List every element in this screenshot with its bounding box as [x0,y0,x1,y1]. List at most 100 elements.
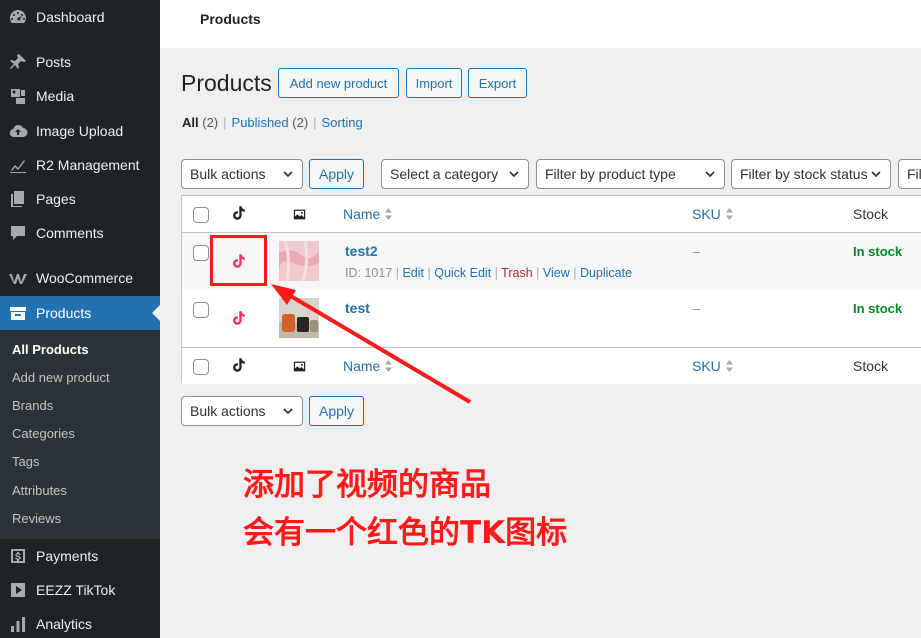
product-id: ID: 1017 [345,266,393,280]
add-new-product-button[interactable]: Add new product [278,68,399,98]
extra-filter-select[interactable]: Fil [898,159,921,189]
cloud-icon [0,121,36,141]
sort-icon [725,208,733,220]
view-link[interactable]: View [543,266,570,280]
submenu-reviews[interactable]: Reviews [12,509,61,529]
stock-column-header: Stock [853,206,889,222]
export-button[interactable]: Export [468,68,527,98]
sidebar-item-payments[interactable]: Payments [0,539,160,573]
sidebar-item-posts[interactable]: Posts [0,45,160,79]
table-footer: Name SKU Stock [182,347,921,384]
sidebar-item-media[interactable]: Media [0,79,160,113]
view-published-count: (2) [292,115,309,130]
sidebar-item-eezz-tiktok[interactable]: EEZZ TikTok [0,573,160,607]
media-icon [0,86,36,106]
sidebar-item-label: Dashboard [36,9,105,25]
name-column-header[interactable]: Name [343,206,393,222]
bulk-actions-select[interactable]: Bulk actions [181,159,303,189]
sku-value: – [693,301,701,316]
tiktok-icon [233,206,245,220]
name-column-footer[interactable]: Name [343,358,393,374]
apply-button[interactable]: Apply [309,159,364,189]
bars-icon [0,614,36,634]
sidebar-item-dashboard[interactable]: Dashboard [0,0,160,34]
chevron-down-icon [509,171,519,178]
sku-footer-label: SKU [692,358,721,374]
sidebar-item-label: Analytics [36,616,93,632]
dashboard-icon [0,7,36,27]
sku-header-label: SKU [692,206,721,222]
annotation-line-1: 添加了视频的商品 [243,467,491,503]
products-submenu: All Products Add new product Brands Cate… [0,330,160,539]
sidebar-item-label: Image Upload [36,123,124,139]
products-table: Name SKU Stock test2 ID: 1017 | Edit | Q… [181,195,921,384]
admin-sidebar: Dashboard Posts Media Image Upload R2 Ma… [0,0,160,638]
tiktok-red-icon[interactable] [230,309,248,327]
sku-column-footer[interactable]: SKU [692,358,734,374]
extra-filter-value: Fil [907,166,921,182]
select-all-checkbox[interactable] [193,359,209,375]
category-value: Select a category [390,166,499,182]
sidebar-item-label: Media [36,88,75,104]
sku-column-header[interactable]: SKU [692,206,734,222]
apply-button-bottom[interactable]: Apply [309,396,364,426]
product-name-link[interactable]: test [345,300,370,316]
import-button[interactable]: Import [406,68,462,98]
highlight-box [210,235,267,286]
sidebar-item-products[interactable]: Products [0,296,160,330]
header-title: Products [200,11,261,27]
stock-status: In stock [853,244,903,259]
sidebar-item-analytics[interactable]: Analytics [0,607,160,638]
chevron-down-icon [283,408,293,415]
stock-column-footer: Stock [853,358,889,374]
sidebar-item-woocommerce[interactable]: WooCommerce [0,261,160,295]
name-header-label: Name [343,206,381,222]
view-all-count: (2) [202,115,219,130]
sidebar-item-r2-management[interactable]: R2 Management [0,148,160,182]
submenu-add-new-product[interactable]: Add new product [12,368,110,388]
stock-status-select[interactable]: Filter by stock status [731,159,891,189]
table-header: Name SKU Stock [182,196,921,233]
quick-edit-link[interactable]: Quick Edit [434,266,491,280]
bulk-actions-value: Bulk actions [190,166,266,182]
pin-icon [0,52,36,72]
view-sorting[interactable]: Sorting [322,115,363,130]
product-type-select[interactable]: Filter by product type [536,159,725,189]
product-thumbnail[interactable] [279,298,319,338]
sku-value: – [693,244,701,259]
sidebar-item-pages[interactable]: Pages [0,182,160,216]
duplicate-link[interactable]: Duplicate [580,266,632,280]
sidebar-item-label: Products [36,305,92,321]
woo-icon [0,268,36,288]
name-footer-label: Name [343,358,381,374]
select-all-checkbox[interactable] [193,207,209,223]
tiktok-icon [233,358,245,372]
row-checkbox[interactable] [193,302,209,318]
image-icon [293,361,306,372]
sidebar-item-label: WooCommerce [36,270,133,286]
view-all[interactable]: All [182,115,199,130]
category-select[interactable]: Select a category [381,159,529,189]
stock-status-value: Filter by stock status [740,166,868,182]
sidebar-item-image-upload[interactable]: Image Upload [0,114,160,148]
sidebar-item-label: R2 Management [36,157,140,173]
bulk-actions-select-bottom[interactable]: Bulk actions [181,396,303,426]
view-published[interactable]: Published [232,115,289,130]
submenu-brands[interactable]: Brands [12,396,53,416]
product-name-link[interactable]: test2 [345,243,378,259]
row-checkbox[interactable] [193,245,209,261]
chevron-down-icon [283,171,293,178]
product-thumbnail[interactable] [279,241,319,281]
sort-icon [385,208,393,220]
sidebar-item-label: EEZZ TikTok [36,582,116,598]
sidebar-item-comments[interactable]: Comments [0,216,160,250]
submenu-all-products[interactable]: All Products [12,340,89,360]
edit-link[interactable]: Edit [402,266,424,280]
submenu-attributes[interactable]: Attributes [12,481,67,501]
trash-link[interactable]: Trash [501,266,533,280]
submenu-tags[interactable]: Tags [12,452,39,472]
submenu-categories[interactable]: Categories [12,424,75,444]
comment-icon [0,223,36,243]
stock-status: In stock [853,301,903,316]
sidebar-item-label: Payments [36,548,99,564]
